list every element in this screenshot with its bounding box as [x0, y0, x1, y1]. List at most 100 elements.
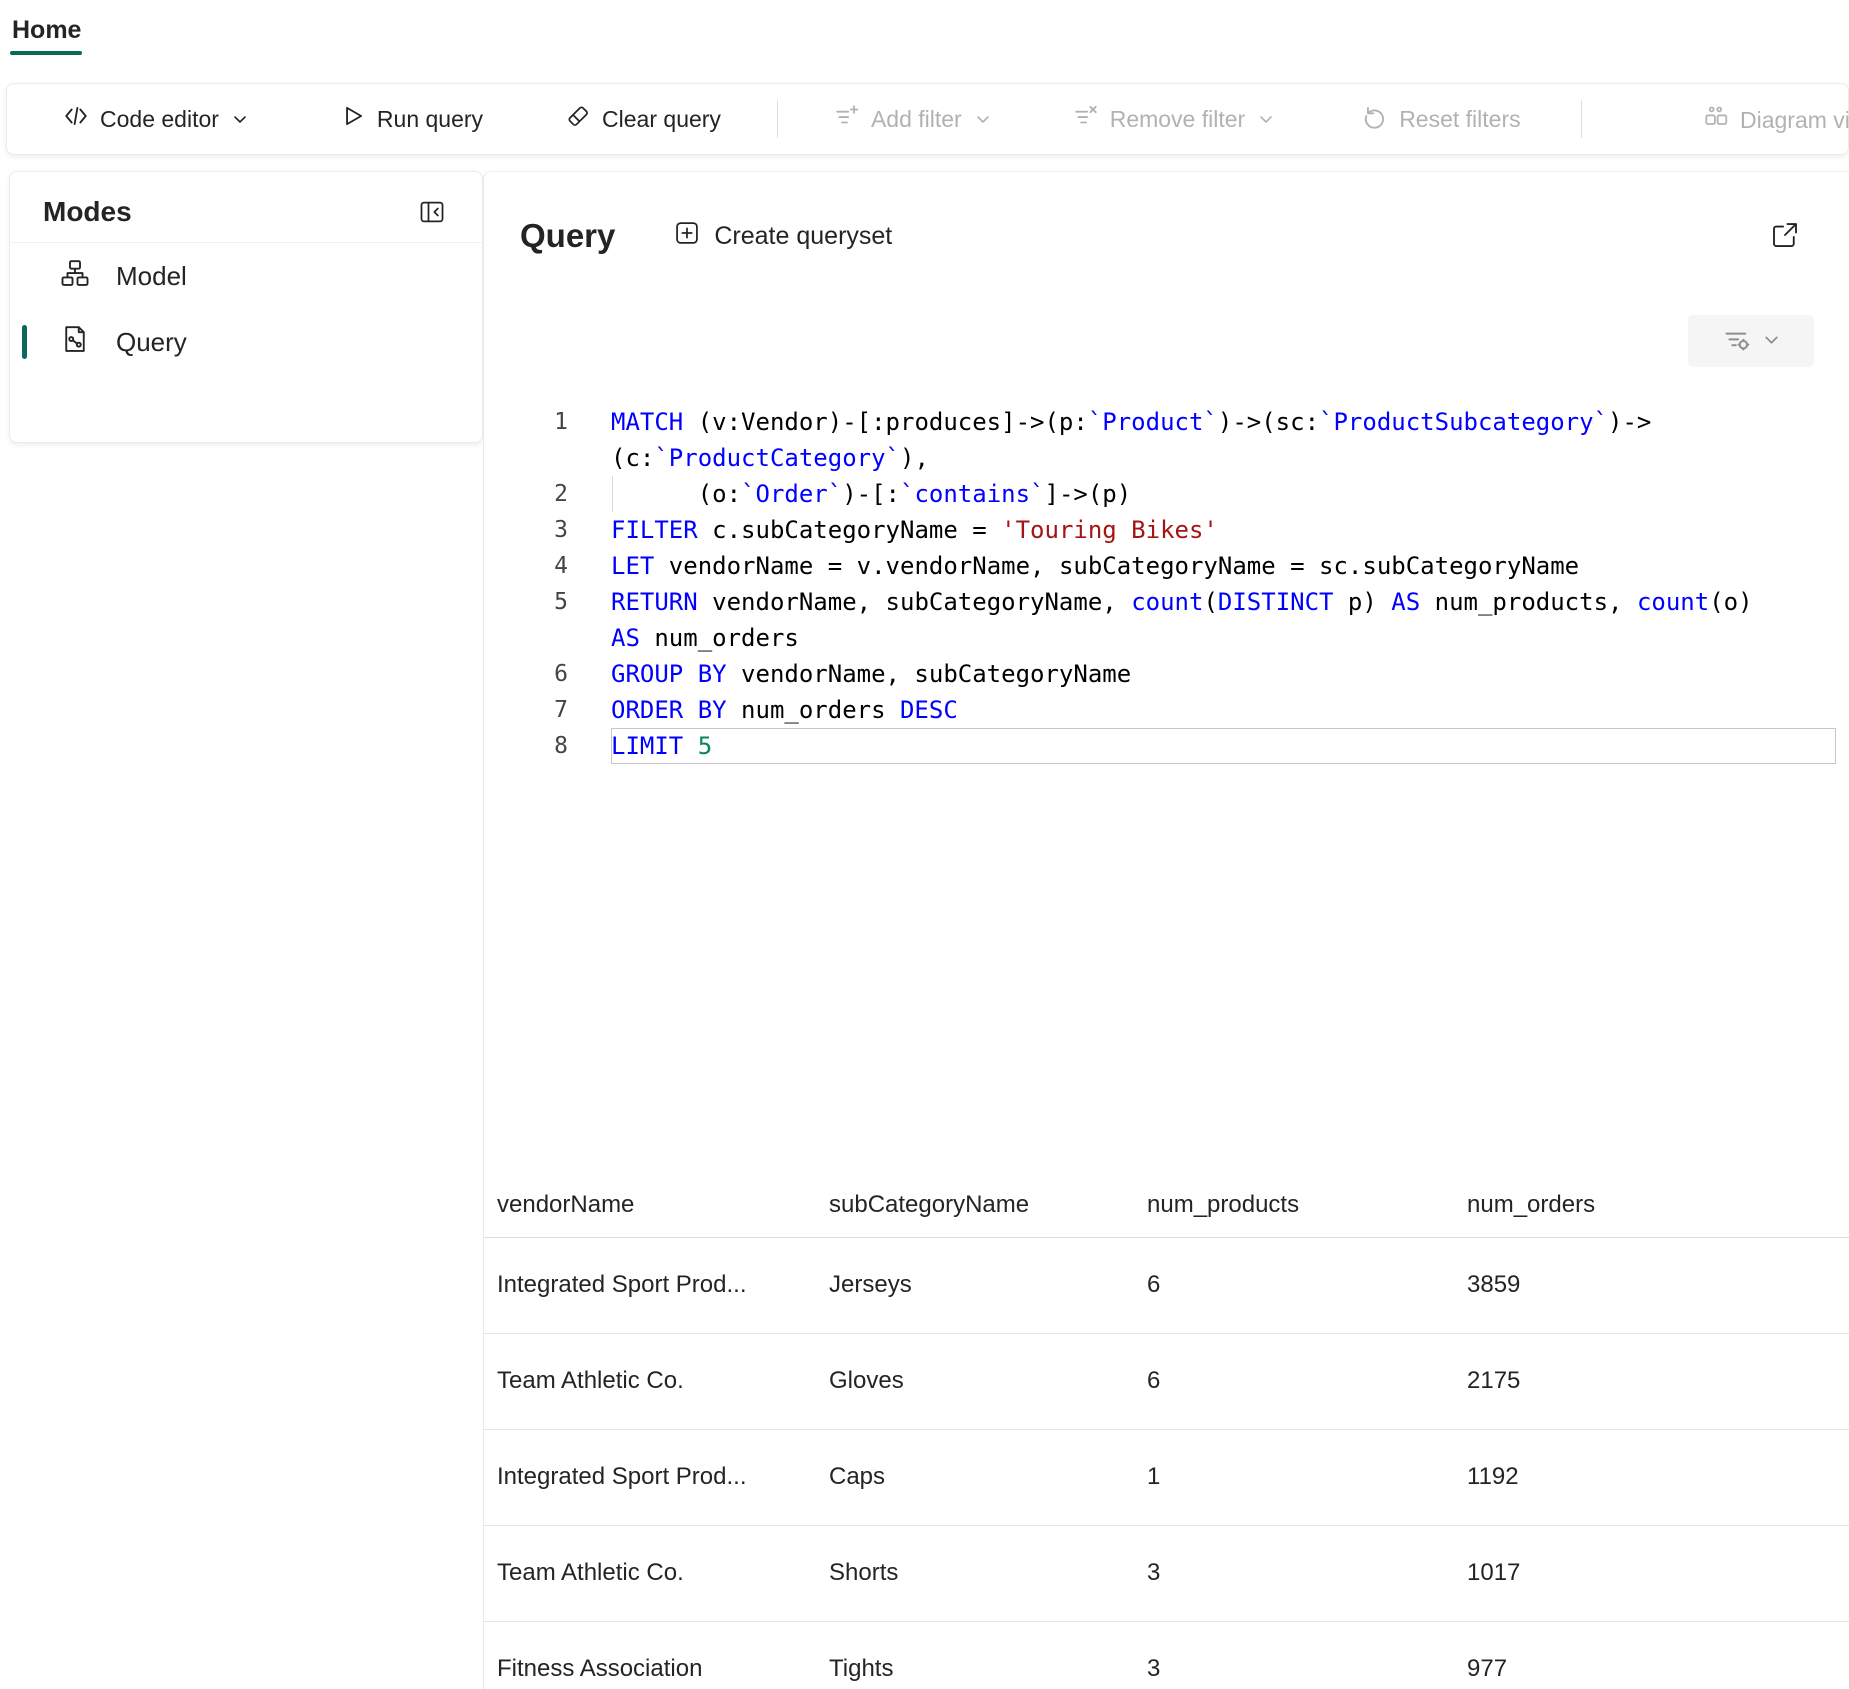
- reset-filters-button[interactable]: Reset filters: [1346, 93, 1536, 145]
- diagram-view-button[interactable]: Diagram view: [1687, 94, 1849, 146]
- code-line[interactable]: 2 (o:`Order`)-[:`contains`]->(p): [484, 476, 1849, 512]
- table-row[interactable]: Fitness AssociationTights3977: [484, 1621, 1849, 1689]
- clear-query-button[interactable]: Clear query: [549, 93, 737, 145]
- table-row[interactable]: Integrated Sport Prod...Caps11192: [484, 1429, 1849, 1525]
- run-query-button[interactable]: Run query: [324, 93, 499, 145]
- table-cell: Caps: [816, 1429, 1134, 1525]
- table-cell: 6: [1134, 1333, 1454, 1429]
- modes-panel-title: Modes: [43, 196, 132, 228]
- ribbon-tab-bar: Home: [0, 0, 1849, 66]
- code-icon: [63, 103, 89, 135]
- chevron-down-icon: [975, 106, 991, 133]
- code-line[interactable]: 5RETURN vendorName, subCategoryName, cou…: [484, 584, 1849, 620]
- line-number: 6: [484, 656, 568, 692]
- line-number: 7: [484, 692, 568, 728]
- sidebar-item-label: Model: [116, 261, 187, 292]
- table-cell: 2175: [1454, 1333, 1849, 1429]
- diagram-view-label: Diagram view: [1740, 107, 1849, 134]
- toolbar-divider: [777, 100, 778, 138]
- clear-query-label: Clear query: [602, 106, 721, 133]
- sidebar-item-query[interactable]: Query: [10, 309, 482, 375]
- column-header: num_products: [1134, 1173, 1454, 1237]
- result-filter-options-button[interactable]: [1688, 315, 1814, 367]
- code-line-text: GROUP BY vendorName, subCategoryName: [611, 656, 1836, 692]
- code-line-text: LET vendorName = v.vendorName, subCatego…: [611, 548, 1836, 584]
- sidebar-item-model[interactable]: Model: [10, 243, 482, 309]
- column-header: vendorName: [484, 1173, 816, 1237]
- code-line[interactable]: 8 LIMIT 5: [484, 728, 1849, 764]
- code-line-text: RETURN vendorName, subCategoryName, coun…: [611, 584, 1836, 620]
- line-number: [484, 440, 568, 476]
- line-number: 4: [484, 548, 568, 584]
- remove-filter-button[interactable]: Remove filter: [1057, 93, 1290, 145]
- diagram-view-icon: [1703, 104, 1729, 136]
- tab-home[interactable]: Home: [10, 8, 95, 59]
- results-table: vendorNamesubCategoryNamenum_productsnum…: [484, 1173, 1849, 1689]
- add-square-icon: [673, 219, 701, 254]
- table-cell: 1: [1134, 1429, 1454, 1525]
- code-line-text: (o:`Order`)-[:`contains`]->(p): [611, 476, 1836, 512]
- tab-home-active-indicator: [10, 51, 82, 55]
- query-code-editor[interactable]: 1 MATCH (v:Vendor)-[:produces]->(p:`Produ…: [484, 404, 1849, 1173]
- code-line[interactable]: 1 MATCH (v:Vendor)-[:produces]->(p:`Produ…: [484, 404, 1849, 440]
- table-cell: 3: [1134, 1621, 1454, 1689]
- code-line-text: FILTER c.subCategoryName = 'Touring Bike…: [611, 512, 1836, 548]
- code-line-text: MATCH (v:Vendor)-[:produces]->(p:`Produc…: [611, 404, 1836, 440]
- query-icon: [60, 324, 90, 361]
- code-line[interactable]: 7 ORDER BY num_orders DESC: [484, 692, 1849, 728]
- run-query-label: Run query: [377, 106, 483, 133]
- table-cell: Gloves: [816, 1333, 1134, 1429]
- add-filter-button[interactable]: Add filter: [818, 93, 1007, 145]
- code-line[interactable]: 4 LET vendorName = v.vendorName, subCateg…: [484, 548, 1849, 584]
- query-panel: Query Create queryset 1MAT: [483, 171, 1849, 1689]
- code-line-text: (c:`ProductCategory`),: [611, 440, 1836, 476]
- code-line[interactable]: (c:`ProductCategory`),: [484, 440, 1849, 476]
- sidebar-item-label: Query: [116, 327, 187, 358]
- collapse-panel-button[interactable]: [418, 198, 446, 226]
- open-in-new-button[interactable]: [1770, 220, 1800, 250]
- table-row[interactable]: Team Athletic Co.Gloves62175: [484, 1333, 1849, 1429]
- line-number: 8: [484, 728, 568, 764]
- code-line[interactable]: 6 GROUP BY vendorName, subCategoryName: [484, 656, 1849, 692]
- table-row[interactable]: Team Athletic Co.Shorts31017: [484, 1525, 1849, 1621]
- table-cell: 1017: [1454, 1525, 1849, 1621]
- code-editor-button[interactable]: Code editor: [47, 93, 264, 145]
- eraser-icon: [565, 103, 591, 135]
- remove-filter-label: Remove filter: [1110, 106, 1245, 133]
- code-line-text: ORDER BY num_orders DESC: [611, 692, 1836, 728]
- chevron-down-icon: [1763, 331, 1780, 351]
- code-editor-label: Code editor: [100, 106, 219, 133]
- table-cell: Tights: [816, 1621, 1134, 1689]
- play-icon: [340, 103, 366, 135]
- table-cell: Jerseys: [816, 1237, 1134, 1333]
- filter-add-icon: [834, 103, 860, 135]
- table-cell: Team Athletic Co.: [484, 1525, 816, 1621]
- table-cell: 6: [1134, 1237, 1454, 1333]
- line-number: [484, 620, 568, 656]
- create-queryset-label: Create queryset: [714, 222, 892, 251]
- reset-icon: [1362, 103, 1388, 135]
- line-number: 1: [484, 404, 568, 440]
- line-number: 3: [484, 512, 568, 548]
- column-header: subCategoryName: [816, 1173, 1134, 1237]
- modes-panel: Modes Model Query: [9, 171, 483, 443]
- content-area: Modes Model Query Query: [0, 171, 1849, 1689]
- table-cell: Fitness Association: [484, 1621, 816, 1689]
- code-line-text: LIMIT 5: [611, 728, 1836, 764]
- table-cell: 3: [1134, 1525, 1454, 1621]
- code-line[interactable]: AS num_orders: [484, 620, 1849, 656]
- table-cell: Integrated Sport Prod...: [484, 1237, 816, 1333]
- table-cell: Team Athletic Co.: [484, 1333, 816, 1429]
- code-line[interactable]: 3 FILTER c.subCategoryName = 'Touring Bik…: [484, 512, 1849, 548]
- table-row[interactable]: Integrated Sport Prod...Jerseys63859: [484, 1237, 1849, 1333]
- table-header-row: vendorNamesubCategoryNamenum_productsnum…: [484, 1173, 1849, 1237]
- table-cell: 3859: [1454, 1237, 1849, 1333]
- create-queryset-button[interactable]: Create queryset: [673, 219, 892, 254]
- page-title: Query: [520, 217, 615, 255]
- code-line-text: AS num_orders: [611, 620, 1836, 656]
- chevron-down-icon: [1258, 106, 1274, 133]
- filter-remove-icon: [1073, 103, 1099, 135]
- selection-indicator: [22, 325, 27, 359]
- code-lines: 1 MATCH (v:Vendor)-[:produces]->(p:`Produ…: [484, 404, 1849, 764]
- reset-filters-label: Reset filters: [1399, 106, 1520, 133]
